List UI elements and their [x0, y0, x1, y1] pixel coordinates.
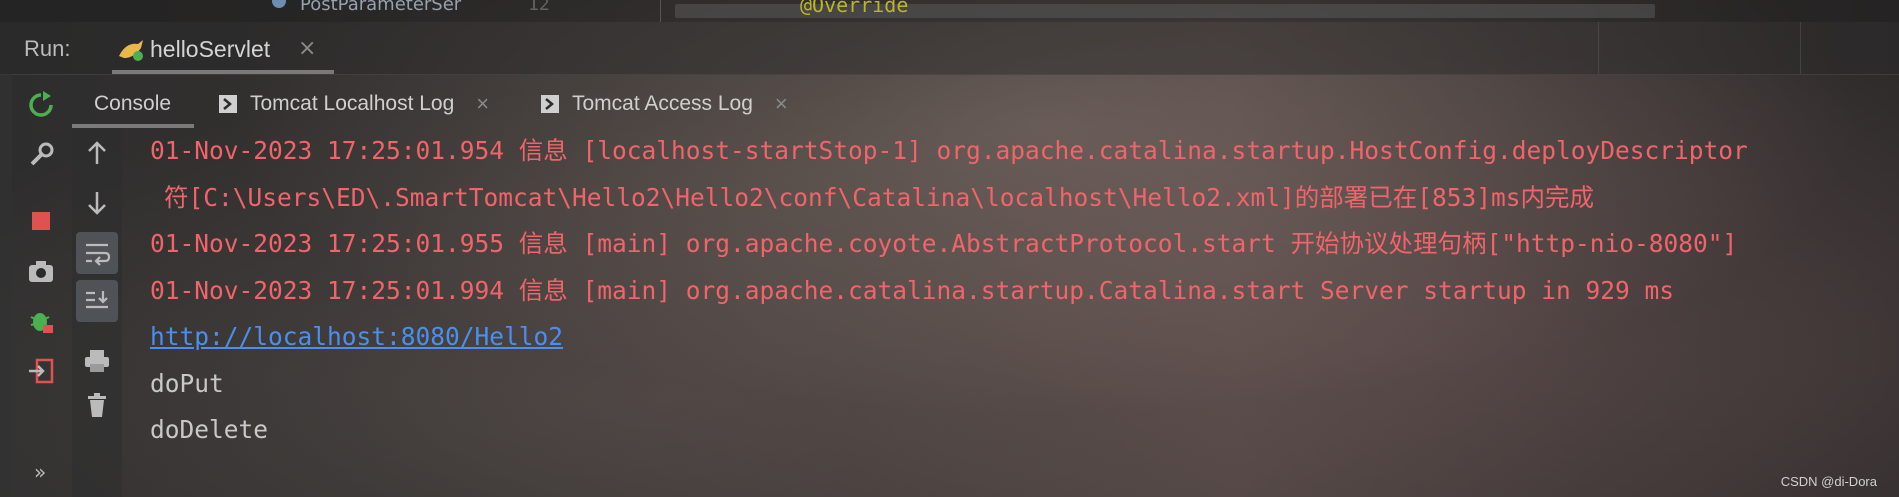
console-side-toolbar — [72, 128, 122, 497]
divider — [1800, 22, 1801, 74]
log-line: doDelete — [150, 415, 269, 444]
stop-icon[interactable] — [24, 204, 58, 238]
console-tabbar: Console Tomcat Localhost Log × Tomcat Ac… — [72, 74, 1899, 128]
rerun-icon[interactable] — [24, 88, 58, 122]
run-toolwindow-header: Run: helloServlet × — [0, 22, 1899, 75]
tab-tomcat-access-log[interactable]: Tomcat Access Log × — [540, 84, 788, 124]
tab-label: Tomcat Localhost Log — [250, 92, 455, 115]
console-output[interactable]: 01-Nov-2023 17:25:01.954 信息 [localhost-s… — [150, 128, 1899, 497]
file-fragment: PostParameterSer — [300, 0, 462, 15]
run-tab-title: helloServlet — [150, 36, 271, 62]
tab-tomcat-localhost-log[interactable]: Tomcat Localhost Log × — [218, 84, 489, 124]
editor-remnant-strip: PostParameterSer 12 @Override — [0, 0, 1899, 22]
close-icon[interactable]: × — [775, 91, 788, 117]
log-line: 符[C:\Users\ED\.SmartTomcat\Hello2\Hello2… — [164, 182, 1595, 212]
arrow-up-icon[interactable] — [76, 132, 118, 174]
exit-icon[interactable] — [24, 354, 58, 388]
watermark: CSDN @di-Dora — [1780, 474, 1877, 489]
class-icon — [272, 0, 286, 8]
scroll-to-end-icon[interactable] — [76, 280, 118, 322]
divider — [1598, 22, 1599, 74]
log-icon — [219, 95, 237, 113]
print-icon[interactable] — [76, 340, 118, 382]
tab-label: Tomcat Access Log — [572, 92, 753, 115]
run-left-toolbar: » — [14, 74, 70, 497]
close-icon[interactable]: × — [476, 91, 489, 117]
log-line: http://localhost:8080/Hello2 — [150, 314, 1899, 361]
tomcat-icon — [119, 40, 143, 61]
debug-icon[interactable] — [24, 304, 58, 338]
wrench-icon[interactable] — [24, 138, 58, 172]
localhost-link[interactable]: http://localhost:8080/Hello2 — [150, 322, 563, 351]
camera-icon[interactable] — [24, 254, 58, 288]
tab-console[interactable]: Console — [94, 84, 171, 124]
line-number: 12 — [528, 0, 550, 15]
tab-label: Console — [94, 92, 172, 115]
soft-wrap-icon[interactable] — [76, 232, 118, 274]
more-actions-button[interactable]: » — [34, 460, 46, 484]
log-line: 01-Nov-2023 17:25:01.955 信息 [main] org.a… — [150, 229, 1738, 258]
log-line: 01-Nov-2023 17:25:01.994 信息 [main] org.a… — [150, 275, 1675, 305]
log-line: 01-Nov-2023 17:25:01.954 信息 [localhost-s… — [150, 136, 1748, 165]
trash-icon[interactable] — [76, 384, 118, 426]
gutter-divider — [660, 0, 661, 22]
close-icon[interactable]: × — [298, 36, 316, 61]
log-line: doPut — [150, 368, 224, 398]
run-config-tab[interactable]: helloServlet × — [112, 30, 334, 74]
annotation-text: @Override — [800, 0, 909, 17]
log-icon — [541, 95, 559, 113]
run-label: Run: — [24, 36, 71, 61]
side-strip — [0, 74, 12, 497]
arrow-down-icon[interactable] — [76, 182, 118, 224]
